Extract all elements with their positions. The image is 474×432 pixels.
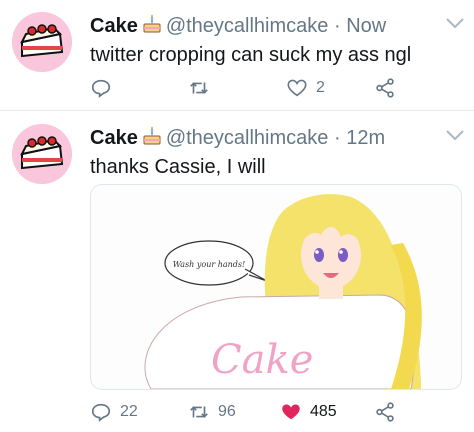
tweet-actions: 22 96 485 [90, 400, 460, 424]
tweet-header: Cake @theycallhimcake · 12m [90, 126, 385, 150]
share-button[interactable] [374, 400, 396, 424]
display-name[interactable]: Cake [90, 127, 138, 149]
cake-avatar-icon [12, 124, 72, 184]
tweet-media-image[interactable]: Wash your hands! Cake [90, 184, 462, 390]
retweet-icon [188, 401, 210, 423]
reply-count: 22 [120, 403, 138, 420]
like-button[interactable]: 485 [280, 400, 337, 424]
separator: · [333, 127, 341, 149]
heart-icon [280, 401, 302, 423]
reply-icon [90, 401, 112, 423]
like-count: 485 [310, 403, 337, 420]
speech-bubble-text: Wash your hands! [173, 260, 245, 269]
cake-emoji-icon [142, 126, 162, 146]
media-illustration: Wash your hands! Cake [144, 194, 422, 389]
reply-button[interactable]: 22 [90, 400, 138, 424]
retweet-count: 96 [218, 403, 236, 420]
share-icon [374, 401, 396, 423]
avatar[interactable] [12, 124, 72, 184]
tweet-text: thanks Cassie, I will [90, 156, 266, 178]
chevron-down-icon[interactable] [444, 128, 466, 142]
shirt-text: Cake [211, 337, 313, 383]
retweet-button[interactable]: 96 [188, 400, 236, 424]
tweet[interactable]: Cake @theycallhimcake · 12m thanks Cassie… [0, 0, 474, 432]
user-handle[interactable]: @theycallhimcake [166, 127, 329, 149]
timestamp[interactable]: 12m [346, 127, 385, 149]
